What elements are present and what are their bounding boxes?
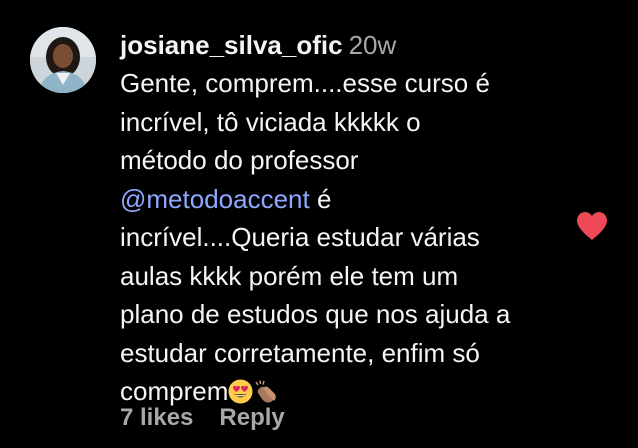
reply-button[interactable]: Reply xyxy=(219,404,284,431)
avatar[interactable] xyxy=(30,27,96,93)
comment-content: josiane_silva_ofic 20w Gente, comprem....… xyxy=(120,26,570,411)
comment-actions: 7 likes Reply xyxy=(120,404,285,432)
mention-link[interactable]: @metodoaccent xyxy=(120,184,310,214)
username-link[interactable]: josiane_silva_ofic xyxy=(120,30,343,60)
comment-header: josiane_silva_ofic 20w xyxy=(120,26,570,64)
profile-photo xyxy=(30,27,96,93)
clapping-hands-emoji-icon xyxy=(253,379,278,404)
liked-heart-icon[interactable] xyxy=(575,210,609,242)
comment-text-part-1: Gente, comprem....esse curso é incrível,… xyxy=(120,68,490,175)
likes-count-button[interactable]: 7 likes xyxy=(120,404,193,431)
heart-eyes-emoji-icon xyxy=(228,379,253,404)
comment-item: josiane_silva_ofic 20w Gente, comprem....… xyxy=(0,0,638,448)
comment-text: Gente, comprem....esse curso é incrível,… xyxy=(120,64,570,411)
comment-text-part-2: é incrível....Queria estudar várias aula… xyxy=(120,183,511,407)
comment-timestamp: 20w xyxy=(348,30,397,60)
